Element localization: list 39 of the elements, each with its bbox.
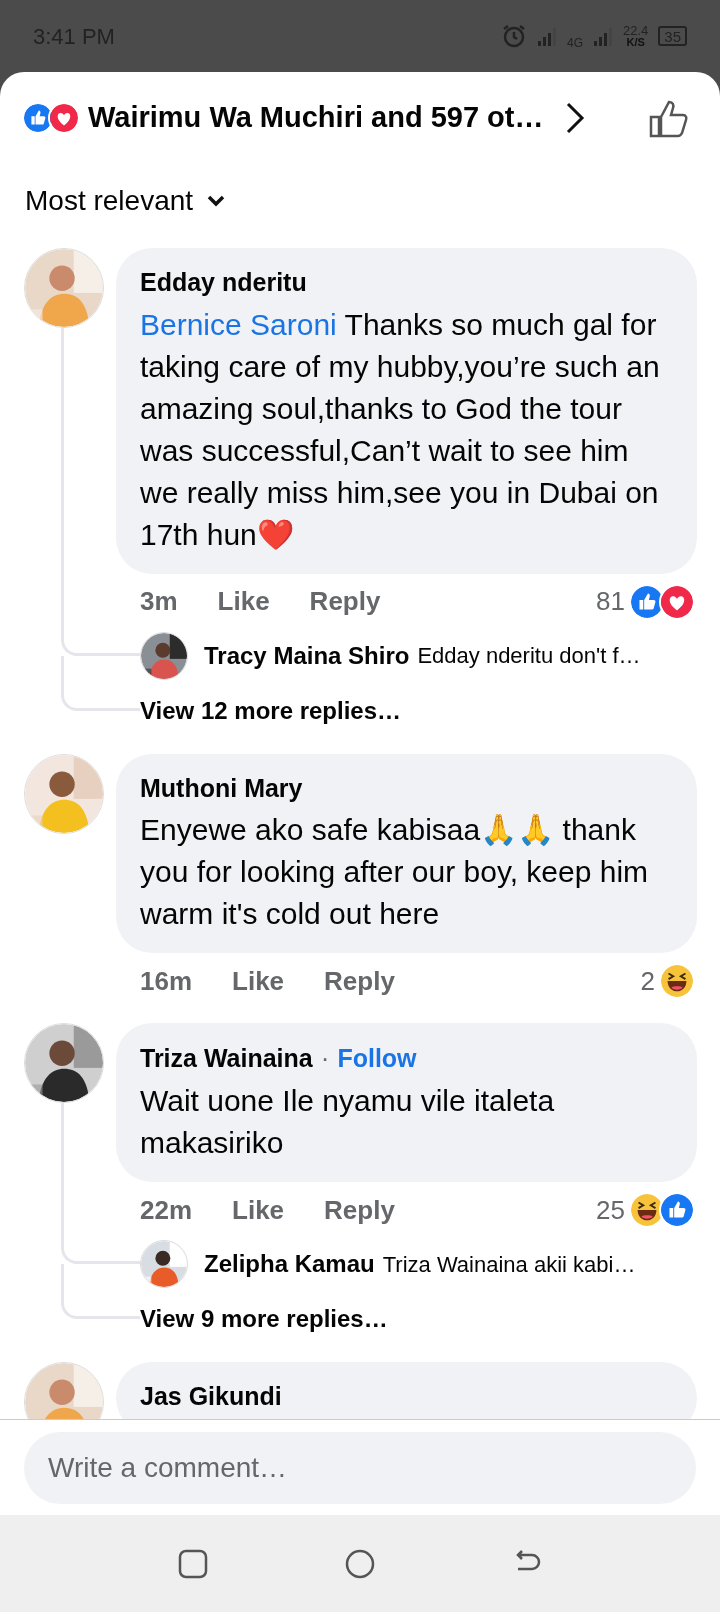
- like-link[interactable]: Like: [232, 961, 285, 1001]
- mention-link[interactable]: Bernice Saroni: [140, 307, 337, 341]
- comment-input-field[interactable]: Write a comment…: [24, 1431, 696, 1504]
- comment-author: Jas Gikundi: [140, 1381, 282, 1412]
- comment-text: Enyewe ako safe kabisaa🙏🙏 thank you for looking after our boy, keep him warm it's cold out here: [140, 812, 650, 932]
- reaction-count: 2: [640, 964, 655, 998]
- reactions-summary-link[interactable]: Wairimu Wa Muchiri and 597 ot…: [88, 96, 544, 140]
- comment-author: Triza Wainaina: [140, 1042, 313, 1074]
- signal-icon: [537, 25, 557, 47]
- like-link[interactable]: Like: [217, 582, 270, 621]
- like-link[interactable]: Like: [232, 1190, 285, 1230]
- reply-link[interactable]: Reply: [324, 961, 395, 1001]
- comment-time: 16m: [140, 964, 193, 998]
- sort-dropdown[interactable]: Most relevant: [25, 180, 226, 222]
- comment-time: 22m: [140, 1193, 193, 1227]
- reply-author: Tracy Maina Shiro: [204, 640, 410, 671]
- view-more-replies-link[interactable]: View 12 more replies…: [140, 692, 402, 729]
- reply-preview: Triza Wainaina akii kabi…: [382, 1250, 636, 1279]
- follow-link[interactable]: Follow: [337, 1039, 417, 1078]
- comment-author: Muthoni Mary: [140, 772, 303, 804]
- reply-link[interactable]: Reply: [309, 582, 381, 621]
- speed-unit: K/S: [626, 37, 645, 48]
- reply-preview: Edday nderitu don't f…: [417, 642, 641, 670]
- comment-text: Bernice Saroni Thanks so much gal for taking care of my hubby,you’re such an amazing soul,thanks to God the tour was successful,Can’t wait to see him we really miss him,see you in Dubai on 17th hun❤: [140, 306, 661, 553]
- square-icon[interactable]: [178, 1548, 209, 1579]
- circle-icon[interactable]: [345, 1548, 375, 1579]
- alarm-icon: [501, 23, 527, 49]
- comment-text: Wait uone Ile nyamu vile italeta makasiriko: [140, 1083, 556, 1161]
- separator-dot: ·: [320, 1042, 330, 1075]
- chevron-down-icon: [207, 195, 226, 207]
- reaction-count: 25: [596, 1193, 625, 1227]
- signal-icon: [593, 25, 613, 47]
- reply-author: Zelipha Kamau: [204, 1249, 375, 1279]
- comment-time: 3m: [140, 585, 178, 618]
- chevron-right-icon[interactable]: [565, 101, 586, 135]
- view-more-replies-link[interactable]: View 9 more replies…: [140, 1301, 388, 1337]
- reply-link[interactable]: Reply: [324, 1190, 395, 1230]
- reaction-count: 81: [596, 585, 625, 618]
- comment-author: Edday nderitu: [140, 267, 307, 298]
